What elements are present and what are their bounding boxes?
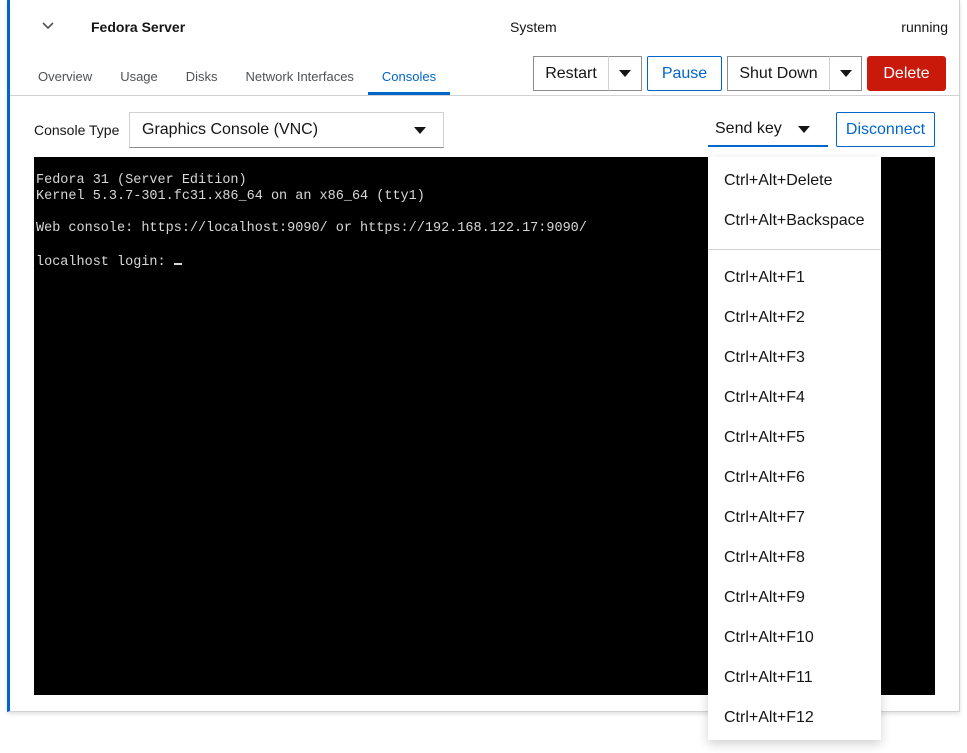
delete-button[interactable]: Delete bbox=[867, 56, 946, 91]
caret-down-icon bbox=[798, 126, 810, 133]
shut-down-button[interactable]: Shut Down bbox=[727, 56, 829, 91]
vm-state: running bbox=[901, 19, 948, 35]
send-key-label: Send key bbox=[715, 119, 782, 137]
console-line: Fedora 31 (Server Edition) bbox=[36, 173, 247, 188]
tab-overview[interactable]: Overview bbox=[24, 62, 106, 95]
tab-usage[interactable]: Usage bbox=[106, 62, 172, 95]
vm-name: Fedora Server bbox=[91, 19, 186, 35]
menu-item-ctrl-alt-f11[interactable]: Ctrl+Alt+F11 bbox=[708, 658, 881, 698]
tabs-divider bbox=[10, 95, 959, 96]
menu-item-ctrl-alt-f2[interactable]: Ctrl+Alt+F2 bbox=[708, 298, 881, 338]
console-line: Kernel 5.3.7-301.fc31.x86_64 on an x86_6… bbox=[36, 189, 425, 204]
caret-down-icon bbox=[414, 127, 426, 134]
console-type-value: Graphics Console (VNC) bbox=[142, 121, 319, 138]
menu-item-ctrl-alt-f8[interactable]: Ctrl+Alt+F8 bbox=[708, 538, 881, 578]
menu-item-ctrl-alt-f4[interactable]: Ctrl+Alt+F4 bbox=[708, 378, 881, 418]
vm-connection: System bbox=[510, 19, 557, 35]
console-type-select[interactable]: Graphics Console (VNC) bbox=[129, 112, 444, 148]
menu-item-ctrl-alt-f5[interactable]: Ctrl+Alt+F5 bbox=[708, 418, 881, 458]
chevron-down-icon[interactable] bbox=[40, 17, 56, 33]
menu-item-ctrl-alt-delete[interactable]: Ctrl+Alt+Delete bbox=[708, 161, 881, 201]
tab-network-interfaces[interactable]: Network Interfaces bbox=[232, 62, 368, 95]
menu-divider bbox=[708, 249, 881, 250]
tab-disks[interactable]: Disks bbox=[172, 62, 232, 95]
shut-down-options-toggle[interactable] bbox=[829, 56, 862, 91]
menu-item-ctrl-alt-backspace[interactable]: Ctrl+Alt+Backspace bbox=[708, 201, 881, 241]
menu-item-ctrl-alt-f6[interactable]: Ctrl+Alt+F6 bbox=[708, 458, 881, 498]
menu-item-ctrl-alt-f12[interactable]: Ctrl+Alt+F12 bbox=[708, 698, 881, 738]
tab-consoles[interactable]: Consoles bbox=[367, 62, 451, 95]
restart-options-toggle[interactable] bbox=[608, 56, 642, 91]
menu-item-ctrl-alt-f3[interactable]: Ctrl+Alt+F3 bbox=[708, 338, 881, 378]
menu-item-ctrl-alt-f1[interactable]: Ctrl+Alt+F1 bbox=[708, 258, 881, 298]
send-key-dropdown[interactable]: Send key bbox=[708, 112, 828, 147]
disconnect-button[interactable]: Disconnect bbox=[836, 112, 935, 147]
menu-item-ctrl-alt-f7[interactable]: Ctrl+Alt+F7 bbox=[708, 498, 881, 538]
caret-down-icon bbox=[619, 70, 631, 77]
restart-button[interactable]: Restart bbox=[533, 56, 608, 91]
text-cursor bbox=[173, 253, 182, 265]
vm-header: Fedora Server System running bbox=[10, 0, 959, 56]
tab-bar: Overview Usage Disks Network Interfaces … bbox=[24, 62, 451, 95]
console-line: localhost login: bbox=[36, 255, 174, 270]
console-line: Web console: https://localhost:9090/ or … bbox=[36, 221, 587, 236]
console-type-label: Console Type bbox=[34, 122, 120, 138]
menu-item-ctrl-alt-f10[interactable]: Ctrl+Alt+F10 bbox=[708, 618, 881, 658]
pause-button[interactable]: Pause bbox=[647, 56, 722, 91]
send-key-menu: Ctrl+Alt+Delete Ctrl+Alt+Backspace Ctrl+… bbox=[708, 157, 881, 740]
menu-item-ctrl-alt-f9[interactable]: Ctrl+Alt+F9 bbox=[708, 578, 881, 618]
caret-down-icon bbox=[839, 70, 852, 77]
